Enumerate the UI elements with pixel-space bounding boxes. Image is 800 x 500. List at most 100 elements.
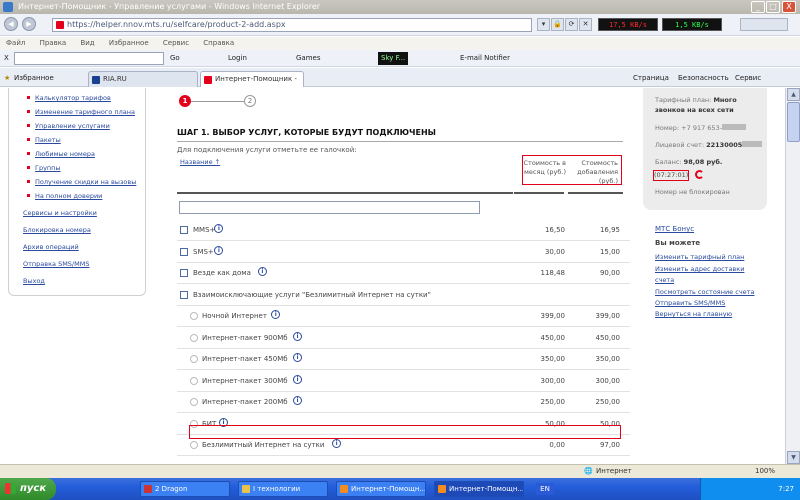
nav-tariff-calculator[interactable]: Калькулятор тарифов [27,94,111,102]
service-row[interactable]: MMS+ i 16,50 16,95 [170,221,630,241]
info-icon[interactable]: i [293,396,302,405]
clock[interactable]: 7:27 [778,485,794,493]
security-menu[interactable]: Безопасность [678,72,729,84]
change-billing-address-link-2[interactable]: счета [655,276,674,284]
info-icon[interactable]: i [332,439,342,448]
service-row[interactable]: Интернет-пакет 200Мб i 250,00 250,00 [170,393,630,413]
login-button[interactable]: Login [228,52,247,65]
menu-edit[interactable]: Правка [40,39,67,47]
toolbar-search-input[interactable] [14,52,164,65]
nav-full-trust[interactable]: На полном доверии [26,192,102,200]
service-row[interactable]: Взаимоисключающие услуги "Безлимитный Ин… [170,286,630,306]
service-row[interactable]: Интернет-пакет 300Мб i 300,00 300,00 [170,372,630,392]
service-radio[interactable] [190,398,198,406]
service-row[interactable]: Везде как дома i 118,48 90,00 [170,264,630,284]
maximize-button[interactable]: □ [766,1,780,13]
home-link[interactable]: Вернуться на главную [655,310,732,318]
info-icon[interactable]: i [214,224,224,233]
service-checkbox[interactable] [180,290,188,299]
favorites-button[interactable]: Избранное [14,72,54,84]
sort-by-name-link[interactable]: Название ↑ [180,158,220,166]
address-input[interactable]: https://helper.nnov.mts.ru/selfcare/prod… [52,18,532,32]
nav-favorite-numbers[interactable]: Любимые номера [27,150,95,158]
service-checkbox[interactable] [180,247,188,256]
menu-favorites[interactable]: Избранное [109,39,149,47]
info-icon[interactable]: i [214,245,224,255]
language-indicator[interactable]: EN [536,483,554,495]
service-checkbox[interactable] [180,269,188,277]
change-billing-address-link[interactable]: Изменить адрес доставки [655,265,744,273]
info-icon[interactable]: i [257,267,267,276]
dropdown-icon[interactable]: ▾ [537,18,550,31]
scroll-down-icon[interactable]: ▼ [787,451,800,464]
vertical-scrollbar[interactable]: ▲ ▼ [785,88,800,464]
info-icon[interactable]: i [271,310,281,319]
service-row[interactable]: Интернет-пакет 900Мб i 450,00 450,00 [170,329,630,349]
service-radio[interactable] [190,333,198,342]
nav-number-block[interactable]: Блокировка номера [23,226,91,234]
refresh-balance-icon[interactable] [695,170,704,179]
step-2-badge[interactable]: 2 [244,95,256,107]
menu-file[interactable]: Файл [6,39,25,47]
view-account-link[interactable]: Посмотреть состояние счета [655,288,754,296]
menu-view[interactable]: Вид [80,39,94,47]
filter-input[interactable] [179,201,480,214]
nav-packages[interactable]: Пакеты [27,136,61,144]
mts-bonus-link[interactable]: МТС Бонус [655,225,694,233]
search-input[interactable] [740,18,788,31]
service-radio[interactable] [190,355,198,363]
start-button[interactable]: пуск [0,478,56,500]
service-row[interactable]: Безлимитный Интернет на сутки i 0,00 97,00 [170,436,630,456]
nav-services-settings[interactable]: Сервисы и настройки [23,209,97,217]
stop-icon[interactable]: ✕ [579,18,592,31]
close-button[interactable]: X [782,1,796,13]
scroll-thumb[interactable] [787,102,800,142]
nav-operations-archive[interactable]: Архив операций [23,243,79,251]
service-row[interactable]: Ночной Интернет i 399,00 399,00 [170,307,630,327]
nav-exit[interactable]: Выход [23,277,45,285]
skyfi-widget[interactable]: Sky F... [378,52,409,65]
info-icon[interactable]: i [293,353,302,362]
service-radio[interactable] [190,441,198,449]
nav-send-sms[interactable]: Отправка SMS/MMS [23,260,89,268]
tab-helper[interactable]: Интернет-Помощник - У... [200,71,304,98]
task-technology[interactable]: I технологии [238,481,328,497]
menu-tools[interactable]: Сервис [163,39,189,47]
back-button[interactable]: ◀ [4,17,18,31]
forward-button[interactable]: ▶ [22,17,36,31]
send-sms-link[interactable]: Отправить SMS/MMS [655,299,725,307]
minimize-button[interactable]: _ [751,1,765,13]
service-radio[interactable] [190,312,198,320]
task-helper-2[interactable]: Интернет-Помощн... [434,481,524,497]
globe-icon: 🌐 [584,467,593,475]
service-row[interactable]: Интернет-пакет 450Мб i 350,00 350,00 [170,350,630,370]
service-checkbox[interactable] [180,226,188,234]
page-menu[interactable]: Страница [633,72,669,84]
email-notifier-button[interactable]: E-mail Notifier [460,52,510,65]
close-toolbar-icon[interactable]: X [4,52,9,65]
menu-help[interactable]: Справка [203,39,234,47]
nav-manage-services[interactable]: Управление услугами [27,122,110,130]
task-helper-1[interactable]: Интернет-Помощн... [336,481,426,497]
scroll-up-icon[interactable]: ▲ [787,88,800,101]
games-button[interactable]: Games [296,52,321,65]
email-notifier-label: E-mail Notifier [460,54,510,62]
price-columns-header: Стоимость в месяц (руб.) Стоимость добав… [522,155,622,185]
service-menu[interactable]: Сервис [735,72,761,84]
service-name: Взаимоисключающие услуги "Безлимитный Ин… [193,290,431,299]
lock-icon[interactable]: 🔒 [551,18,564,31]
info-icon[interactable]: i [293,331,302,341]
refresh-icon[interactable]: ⟳ [565,18,578,31]
star-icon[interactable]: ★ [4,72,10,84]
tab-ria[interactable]: RIA.RU [88,71,198,87]
go-button[interactable]: Go [170,52,180,65]
info-icon[interactable]: i [293,374,302,384]
service-radio[interactable] [190,376,198,385]
nav-change-tariff[interactable]: Изменение тарифного плана [27,108,135,116]
nav-call-discount[interactable]: Получение скидки на вызовы [26,178,136,186]
nav-groups[interactable]: Группы [27,164,61,172]
task-dragon[interactable]: 2 Dragon [140,481,230,497]
zoom-level[interactable]: 100% [755,465,775,478]
change-tariff-link[interactable]: Изменить тарифный план [655,253,744,261]
service-row[interactable]: SMS+ i 30,00 15,00 [170,243,630,263]
